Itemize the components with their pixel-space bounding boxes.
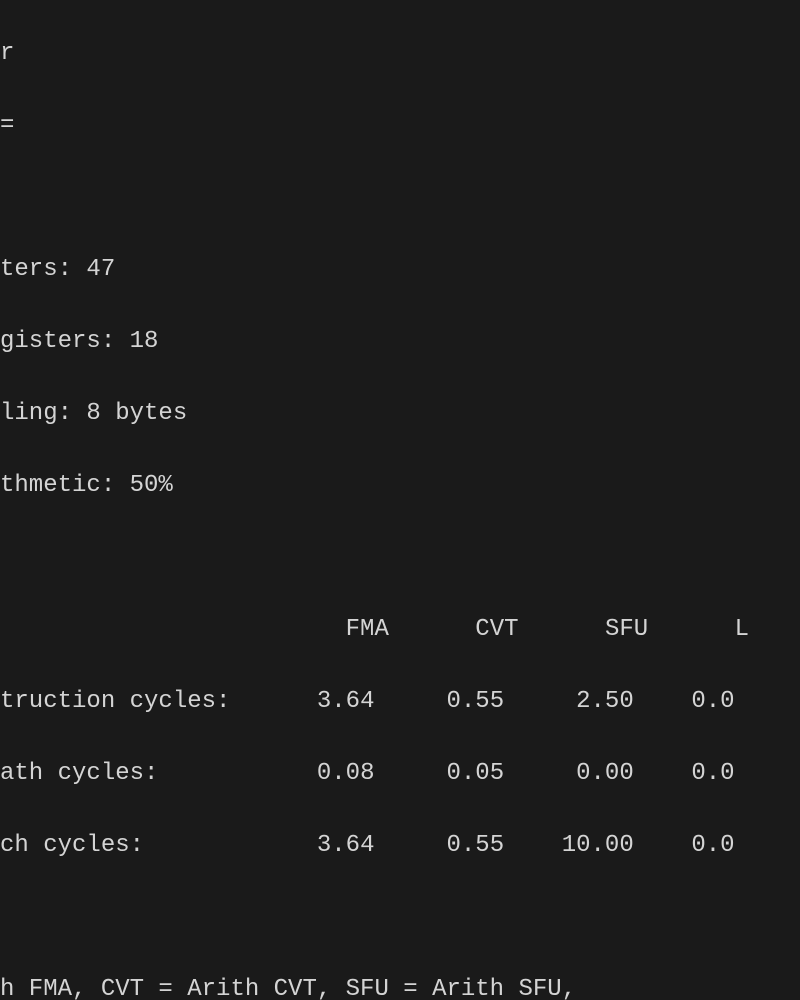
cell-sfu: 10.00 <box>562 832 634 859</box>
cell-l: 0.0 <box>691 760 734 787</box>
stat-registers2: gisters: 18 <box>0 324 800 360</box>
blank-line-3 <box>0 900 800 936</box>
header-fma: FMA <box>346 616 389 643</box>
header-sfu: SFU <box>605 616 648 643</box>
cell-l: 0.0 <box>691 832 734 859</box>
row-label: ch cycles: <box>0 832 144 859</box>
registers2-value: 18 <box>130 328 159 355</box>
stat-spilling: ling: 8 bytes <box>0 396 800 432</box>
stat-arithmetic: thmetic: 50% <box>0 468 800 504</box>
cell-cvt: 0.55 <box>446 688 504 715</box>
row-label: truction cycles: <box>0 688 230 715</box>
cell-l: 0.0 <box>691 688 734 715</box>
fragment-line-1: r <box>0 36 800 72</box>
blank-line-2 <box>0 540 800 576</box>
cell-sfu: 2.50 <box>576 688 634 715</box>
cell-cvt: 0.55 <box>446 832 504 859</box>
table-row: truction cycles: 3.64 0.55 2.50 0.0 <box>0 684 800 720</box>
blank-line <box>0 180 800 216</box>
legend-line-1: h FMA, CVT = Arith CVT, SFU = Arith SFU, <box>0 972 800 1000</box>
cell-fma: 0.08 <box>317 760 375 787</box>
table-row: ch cycles: 3.64 0.55 10.00 0.0 <box>0 828 800 864</box>
arithmetic-value: 50% <box>130 472 173 499</box>
header-cvt: CVT <box>475 616 518 643</box>
cell-fma: 3.64 <box>317 688 375 715</box>
stat-registers: ters: 47 <box>0 252 800 288</box>
table-header-row: FMA CVT SFU L <box>0 612 800 648</box>
spilling-value: 8 bytes <box>86 400 187 427</box>
cell-cvt: 0.05 <box>447 760 505 787</box>
fragment-line-2: = <box>0 108 800 144</box>
arithmetic-label: thmetic: <box>0 472 115 499</box>
row-label: ath cycles: <box>0 760 158 787</box>
cell-sfu: 0.00 <box>576 760 634 787</box>
table-row: ath cycles: 0.08 0.05 0.00 0.0 <box>0 756 800 792</box>
registers2-label: gisters: <box>0 328 115 355</box>
cell-fma: 3.64 <box>317 832 375 859</box>
header-l: L <box>735 616 749 643</box>
registers-label: ters: <box>0 256 72 283</box>
terminal-output: r = ters: 47 gisters: 18 ling: 8 bytes t… <box>0 0 800 1000</box>
registers-value: 47 <box>86 256 115 283</box>
spilling-label: ling: <box>0 400 72 427</box>
